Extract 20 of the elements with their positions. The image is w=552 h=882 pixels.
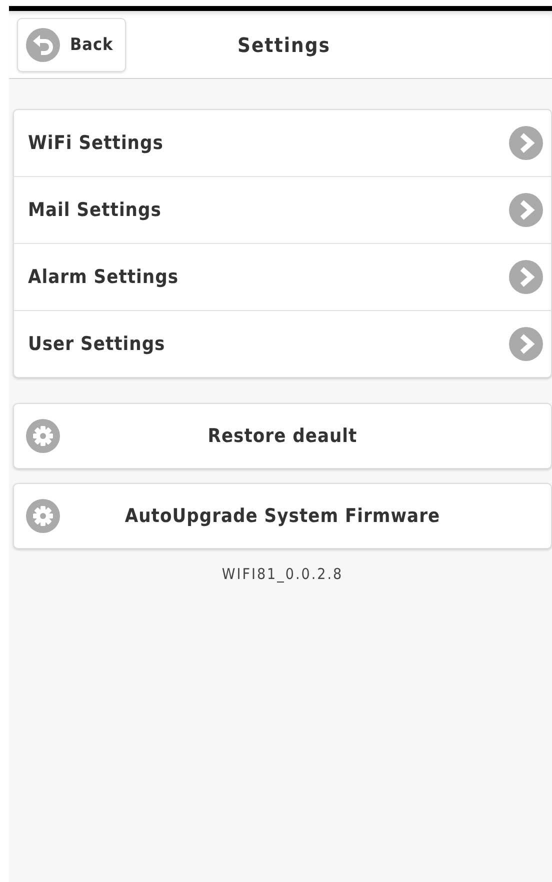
page-title: Settings	[236, 32, 332, 56]
chevron-icon	[509, 260, 543, 294]
gear-icon	[26, 419, 60, 453]
gear-icon	[26, 499, 60, 533]
action-button[interactable]: AutoUpgrade System Firmware	[13, 483, 552, 549]
settings-row[interactable]: Alarm Settings	[14, 243, 551, 310]
back-icon	[26, 28, 60, 62]
chevron-icon	[509, 327, 543, 361]
settings-row[interactable]: Mail Settings	[14, 176, 551, 243]
row-label: WiFi Settings	[28, 132, 164, 154]
row-label: User Settings	[28, 333, 166, 355]
back-button[interactable]: Back	[17, 18, 126, 72]
chevron-icon	[509, 126, 543, 160]
row-label: Alarm Settings	[28, 266, 180, 288]
row-label: Mail Settings	[28, 199, 162, 221]
settings-row[interactable]: User Settings	[14, 310, 551, 377]
version-text: WIFI81_0.0.2.8	[220, 565, 344, 583]
chevron-icon	[509, 193, 543, 227]
action-button[interactable]: Restore deault	[13, 403, 552, 469]
settings-row[interactable]: WiFi Settings	[14, 110, 551, 176]
